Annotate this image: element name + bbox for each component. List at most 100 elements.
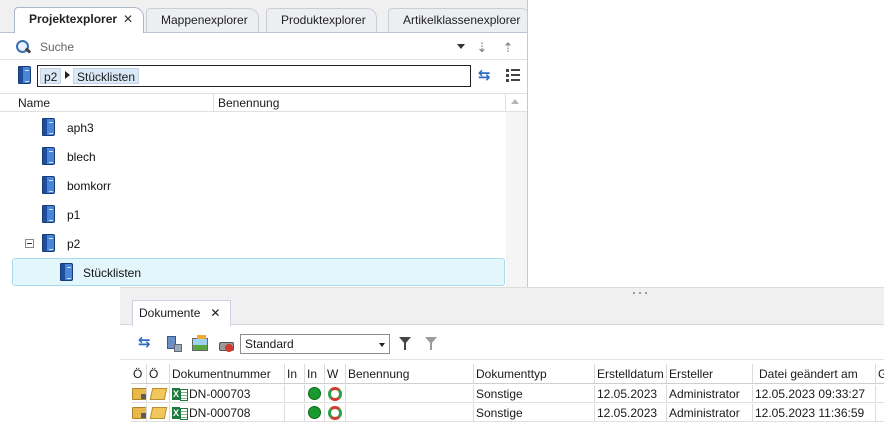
project-book-icon <box>42 147 55 165</box>
folder-open-icon[interactable] <box>149 407 168 419</box>
column-header[interactable]: In <box>305 364 325 383</box>
refresh-icon[interactable]: ⇆ <box>138 335 156 350</box>
refresh-icon[interactable]: ⇆ <box>478 68 496 83</box>
column-divider[interactable] <box>213 94 214 112</box>
search-options-dropdown-icon[interactable] <box>457 44 465 49</box>
cell-status <box>131 385 147 402</box>
cell-open[interactable] <box>147 404 170 421</box>
cell-erstelldatum: 12.05.2023 <box>595 404 667 421</box>
tree-item-label: blech <box>67 150 96 164</box>
column-header[interactable]: In <box>285 364 305 383</box>
preview-image-icon[interactable] <box>192 335 208 351</box>
column-header[interactable]: W <box>325 364 346 383</box>
sort-ascending-icon[interactable]: ⇡ <box>500 40 516 56</box>
cell-dokumenttyp: Sonstige <box>474 385 595 402</box>
cell-datei-geaendert: 12.05.2023 11:36:59 <box>753 404 876 421</box>
tree-item-stuecklisten[interactable]: Stücklisten <box>12 258 505 286</box>
cell-ersteller: Administrator <box>667 404 753 421</box>
column-benennung[interactable]: Benennung <box>218 96 279 110</box>
table-row[interactable]: DN-000708 Sonstige 12.05.2023 Administra… <box>131 404 884 422</box>
tree-item-p1[interactable]: p1 <box>0 201 506 229</box>
column-header[interactable]: G <box>876 364 884 383</box>
cell-dokumentnummer: DN-000703 <box>170 385 285 402</box>
new-document-icon[interactable] <box>165 336 182 352</box>
status-green-icon <box>308 406 321 419</box>
breadcrumb-separator-icon[interactable] <box>65 71 70 79</box>
column-header[interactable]: Dokumenttyp <box>474 364 595 383</box>
splitter-handle[interactable] <box>120 287 884 297</box>
tree-item-blech[interactable]: blech <box>0 143 506 171</box>
cell-in <box>305 385 325 402</box>
view-select[interactable]: Standard <box>240 334 390 354</box>
column-name[interactable]: Name <box>18 96 50 110</box>
close-tab-icon[interactable]: ✕ <box>210 306 220 320</box>
project-book-icon <box>42 234 55 252</box>
column-header[interactable]: Benennung <box>346 364 474 383</box>
tree-item-label: aph3 <box>67 121 94 135</box>
tree-item-bomkorr[interactable]: bomkorr <box>0 172 506 200</box>
documents-panel: Dokumente ✕ ⇆ Standard Ö Ö Dokumentnummer… <box>120 287 884 437</box>
chevron-down-icon <box>379 343 385 347</box>
tab-projektexplorer[interactable]: Projektexplorer ✕ <box>14 7 145 33</box>
column-header[interactable]: Dokumentnummer <box>170 364 285 383</box>
grip-dot <box>633 292 635 294</box>
breadcrumb-item-p2[interactable]: p2 <box>40 68 62 84</box>
cell-ersteller: Administrator <box>667 385 753 402</box>
search-input[interactable]: Suche <box>40 40 74 54</box>
cell-status <box>131 404 147 421</box>
cell-benennung <box>346 385 474 402</box>
breadcrumb[interactable]: p2 Stücklisten <box>37 65 471 87</box>
column-header[interactable]: Ö <box>131 364 147 383</box>
sort-descending-icon[interactable]: ⇣ <box>474 40 490 56</box>
tab-artikelklassenexplorer[interactable]: Artikelklassenexplorer <box>388 8 527 32</box>
scroll-up-icon[interactable] <box>511 99 519 104</box>
project-book-icon <box>42 176 55 194</box>
cell-open[interactable] <box>147 385 170 402</box>
column-header[interactable]: Erstelldatum <box>595 364 667 383</box>
column-header[interactable]: Datei geändert am <box>753 364 876 383</box>
tree-settings-icon[interactable] <box>505 68 521 84</box>
tab-label: Projektexplorer <box>29 12 118 26</box>
tab-dokumente[interactable]: Dokumente ✕ <box>132 300 232 326</box>
tab-mappenexplorer[interactable]: Mappenexplorer <box>146 8 259 32</box>
filter-icon[interactable] <box>399 337 411 350</box>
collapse-icon[interactable] <box>25 239 34 248</box>
breadcrumb-item-stuecklisten[interactable]: Stücklisten <box>73 68 140 84</box>
folder-open-icon[interactable] <box>149 388 168 400</box>
project-explorer-panel: Projektexplorer ✕ Mappenexplorer Produkte… <box>0 0 528 287</box>
tab-label: Dokumente <box>139 306 201 320</box>
column-divider[interactable] <box>505 94 506 112</box>
workflow-cycle-icon <box>328 406 342 420</box>
tab-produktexplorer[interactable]: Produktexplorer <box>266 8 377 32</box>
tree-item-label: p1 <box>67 208 81 222</box>
bom-folder-icon <box>60 263 73 281</box>
tab-label: Artikelklassenexplorer <box>403 13 521 27</box>
tree-item-label: bomkorr <box>67 179 112 193</box>
cell-in <box>285 385 305 402</box>
documents-tabbar: Dokumente ✕ <box>120 297 884 326</box>
cell-in <box>305 404 325 421</box>
search-bar[interactable]: Suche ⇣ ⇡ <box>0 34 527 60</box>
clear-filter-icon[interactable] <box>425 337 437 350</box>
document-number: DN-000703 <box>189 387 251 401</box>
column-header[interactable]: Ersteller <box>667 364 753 383</box>
vertical-scrollbar[interactable] <box>506 112 527 287</box>
documents-table: Ö Ö Dokumentnummer In In W Benennung Dok… <box>131 364 884 437</box>
tree-column-header: Name Benennung <box>0 93 527 112</box>
search-icon <box>15 39 31 55</box>
cell-workflow <box>325 385 346 402</box>
cell-erstelldatum: 12.05.2023 <box>595 385 667 402</box>
table-row[interactable]: DN-000703 Sonstige 12.05.2023 Administra… <box>131 385 884 403</box>
close-tab-icon[interactable]: ✕ <box>123 12 133 26</box>
print-icon[interactable] <box>218 338 234 352</box>
project-book-icon <box>18 66 31 84</box>
tree-item-aph3[interactable]: aph3 <box>0 114 506 142</box>
tree-item-p2[interactable]: p2 <box>0 230 506 258</box>
grip-dot <box>645 292 647 294</box>
view-select-value: Standard <box>245 337 294 351</box>
excel-file-icon <box>172 387 188 401</box>
column-header[interactable]: Ö <box>147 364 170 383</box>
status-green-icon <box>308 387 321 400</box>
path-bar: p2 Stücklisten ⇆ <box>0 62 527 90</box>
cell-datei-geaendert: 12.05.2023 09:33:27 <box>753 385 876 402</box>
